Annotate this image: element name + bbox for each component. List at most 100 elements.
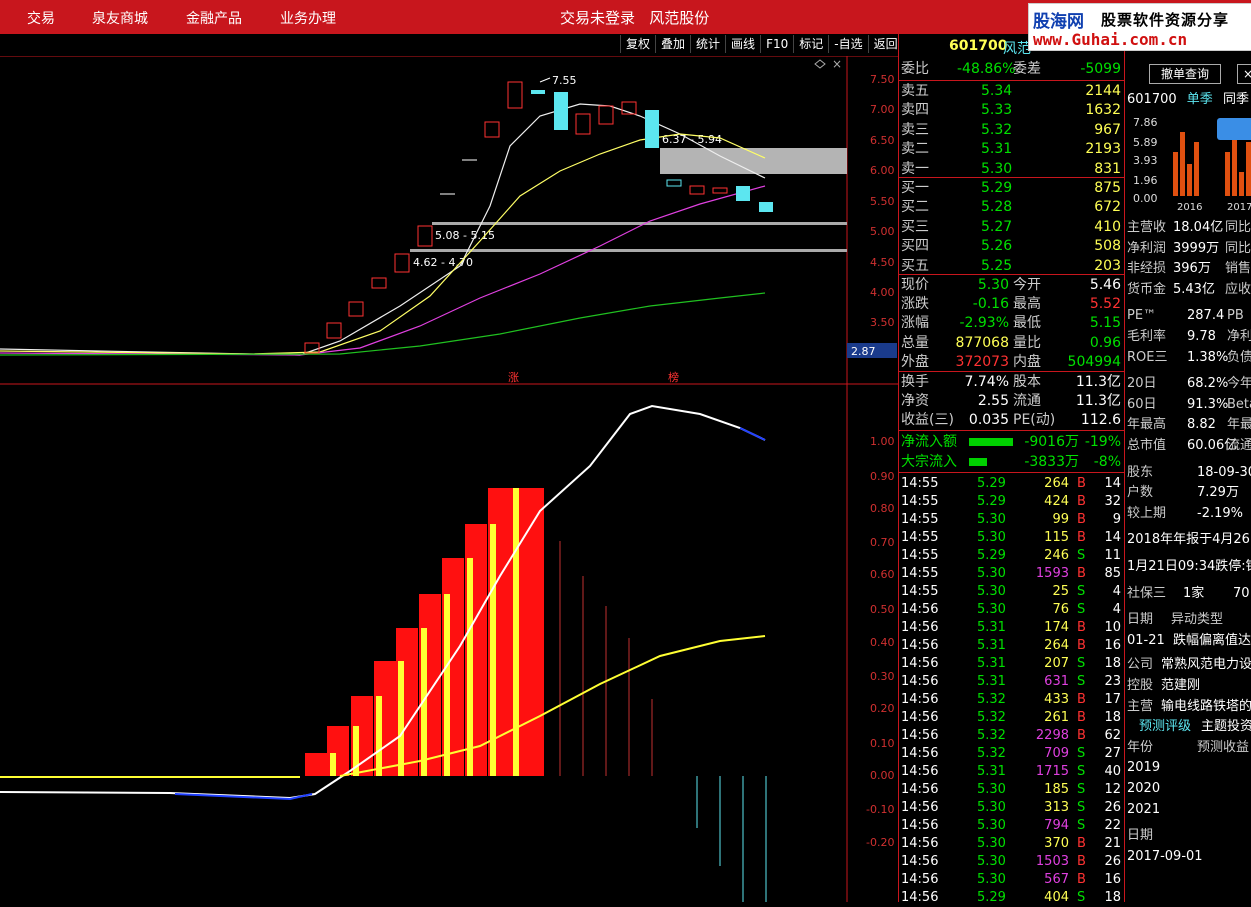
kline-chart[interactable]: 7.50 7.00 6.50 6.00 5.50 5.00 4.50 4.00 … [0,56,898,902]
ind-yellow-bar [376,696,382,776]
tick-time: 14:56 [901,620,939,635]
tick-row: 14:55 5.29 264 B 14 [899,475,1125,493]
toolbar-watchlist[interactable]: -自选 [828,35,867,53]
ma60-line [0,292,766,356]
fin-label: 净利润 [1127,240,1167,256]
candle-down [736,186,750,201]
ma10-line [0,133,766,355]
tick-volume: 709 [1044,746,1069,761]
share-stat-value: 11.3亿 [1075,393,1121,409]
ad-url: www.Guhai.com.cn [1033,30,1188,49]
ind-tick: -0.10 [866,803,894,816]
tick-row: 14:56 5.29 404 S 18 [899,889,1125,907]
candle-down [645,110,659,148]
tick-time: 14:56 [901,782,939,797]
tick-side: B [1077,620,1086,635]
fin-label: 今年 [1227,376,1251,392]
notice-text: 1月21日09:34跌停:银 [1127,559,1251,574]
mini-bar [1246,142,1251,196]
tab-theme[interactable]: 主题投资 [1201,717,1251,737]
fin-value: 18.04亿 [1173,220,1224,235]
tick-time: 14:55 [901,494,939,509]
menu-business[interactable]: 业务办理 [280,8,336,28]
tab-yoy[interactable]: 同季 [1223,92,1249,107]
event-head: 异动类型 [1171,612,1224,628]
tick-count: 26 [1104,800,1121,815]
fin-label: 同比 [1225,240,1251,256]
candlesticks [304,81,773,354]
candle-up [394,253,410,273]
tick-volume: 794 [1044,818,1069,833]
tick-time: 14:56 [901,854,939,869]
ind-tick: 0.40 [870,636,895,649]
share-stat-row: 净资 2.55 流通 11.3亿 [899,392,1125,411]
diamond-icon[interactable] [814,59,826,69]
share-stat-label: 收益(三) [901,412,954,428]
tick-side: B [1077,836,1086,851]
tick-volume: 99 [1052,512,1069,527]
toolbar-f10[interactable]: F10 [760,35,793,53]
stat-label: 量比 [1013,334,1041,351]
share-stat-value: 112.6 [1080,412,1121,428]
indicator-axis: 1.00 0.90 0.80 0.70 0.60 0.50 0.40 0.30 … [866,435,895,849]
close-icon[interactable]: × [1237,64,1251,84]
tick-time: 14:55 [901,530,939,545]
price-tick: 6.50 [870,134,895,147]
tab-rating[interactable]: 预测评级 [1139,717,1191,737]
tick-side: B [1077,692,1086,707]
cancel-order-query-button[interactable]: 撤单查询 [1149,64,1221,84]
ind-yellow-bar [467,558,473,776]
ind-tick: 0.90 [870,470,895,483]
mini-bar [1225,152,1230,196]
watermark-banner: 股海网 股票软件资源分享 www.Guhai.com.cn [1028,3,1251,51]
ask-volume: 967 [1094,121,1121,138]
tick-time: 14:56 [901,710,939,725]
f10-code: 601700 [1127,92,1177,107]
tick-time: 14:56 [901,800,939,815]
fin-value: 5.43亿 [1173,281,1215,297]
weibi-row: 委比 -48.86% 委差 -5099 [899,60,1125,79]
ctrl-name: 范建刚 [1161,678,1201,693]
tick-side: B [1077,854,1086,869]
tick-time: 14:55 [901,548,939,563]
toolbar-fuquan[interactable]: 复权 [620,35,655,53]
flow-pct: -19% [1084,434,1121,450]
cloud-icon[interactable] [1217,118,1251,140]
tick-price: 5.30 [977,854,1006,869]
toolbar-overlay[interactable]: 叠加 [655,35,690,53]
flow-label: 大宗流入 [901,454,957,470]
tick-count: 14 [1104,530,1121,545]
close-icon[interactable]: × [832,57,842,71]
ask-level-label: 卖四 [901,102,929,119]
tick-price: 5.31 [977,656,1006,671]
stat-label: 最低 [1013,315,1041,332]
tick-price: 5.32 [977,710,1006,725]
tick-volume: 76 [1052,602,1069,617]
bid-level-row: 买四 5.26 508 [899,237,1125,256]
tick-count: 62 [1104,728,1121,743]
menu-trade[interactable]: 交易 [27,8,55,28]
toolbar-draw[interactable]: 画线 [725,35,760,53]
ind-tick: 0.20 [870,702,895,715]
menu-finance[interactable]: 金融产品 [186,8,242,28]
tick-side: S [1077,674,1086,689]
tab-quarterly[interactable]: 单季 [1187,92,1213,107]
tick-price: 5.29 [977,890,1006,905]
tick-price: 5.30 [977,818,1006,833]
toolbar-mark[interactable]: 标记 [793,35,828,53]
share-stat-row: 换手 7.74% 股本 11.3亿 [899,373,1125,392]
ask-level-row: 卖三 5.32 967 [899,121,1125,140]
candle-up [689,185,705,195]
fin-label: 主营收 [1127,220,1167,235]
resistance-band [660,148,847,174]
tick-row: 14:55 5.30 99 B 9 [899,511,1125,529]
band-label-2: 5.08 - 5.15 [435,229,495,242]
toolbar-stats[interactable]: 统计 [690,35,725,53]
menu-mall[interactable]: 泉友商城 [92,8,148,28]
stat-row: 涨幅 -2.93% 最低 5.15 [899,314,1125,333]
main-business: 输电线路铁塔的 [1161,698,1251,714]
ind-yellow-bar [330,753,336,776]
flow-label: 净流入额 [901,434,957,450]
ask-price: 5.34 [981,83,1013,99]
mini-bar [1194,142,1199,196]
